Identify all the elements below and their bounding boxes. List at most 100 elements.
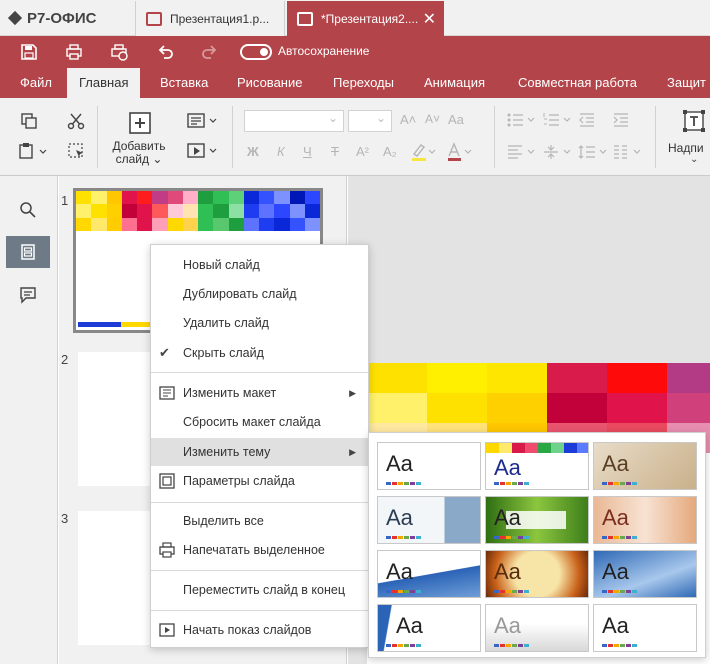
color-band-cell: [289, 217, 305, 231]
cut-icon[interactable]: [67, 112, 85, 130]
menu-item-change-layout[interactable]: Изменить макет ▶: [151, 379, 368, 407]
tab-file[interactable]: Файл: [20, 68, 52, 98]
highlight-icon[interactable]: [410, 142, 436, 162]
slide-layout-icon[interactable]: [187, 112, 219, 130]
bold-icon[interactable]: Ж: [247, 144, 259, 159]
logo-icon: [7, 10, 23, 26]
italic-icon[interactable]: К: [277, 144, 285, 159]
comments-button[interactable]: [6, 279, 50, 311]
theme-swatches: [386, 590, 421, 593]
copy-icon[interactable]: [20, 112, 38, 130]
change-case-icon[interactable]: Aa: [448, 112, 464, 127]
menu-item-print-selection[interactable]: Напечатать выделенное: [151, 536, 368, 564]
slide-settings-icon: [159, 473, 175, 489]
autosave-toggle[interactable]: [240, 44, 272, 60]
footer-band-cell: [99, 322, 121, 327]
footer-band-cell: [78, 322, 100, 327]
theme-basic[interactable]: Aa: [485, 442, 589, 490]
vertical-align-icon[interactable]: [542, 144, 572, 160]
theme-swatch: [632, 644, 637, 647]
menu-item-new-slide[interactable]: Новый слайд: [151, 251, 368, 279]
columns-icon[interactable]: [612, 144, 642, 160]
decrease-indent-icon[interactable]: [578, 112, 596, 128]
slideshow-icon: [159, 623, 175, 637]
redo-icon[interactable]: [200, 43, 218, 61]
add-slide-icon[interactable]: [128, 111, 152, 135]
font-size-combo[interactable]: [348, 110, 392, 132]
tab-insert[interactable]: Вставка: [160, 68, 208, 98]
theme-sample-text: Aa: [494, 613, 521, 638]
print-icon[interactable]: [65, 43, 83, 61]
theme-swatch: [500, 536, 505, 539]
search-button[interactable]: [6, 194, 50, 226]
text-box-label[interactable]: Надпи: [668, 141, 704, 155]
text-box-icon[interactable]: [683, 110, 705, 132]
underline-icon[interactable]: Ч: [303, 144, 312, 159]
menu-item-duplicate-slide[interactable]: Дублировать слайд: [151, 280, 368, 308]
menu-item-hide-slide[interactable]: ✔ Скрыть слайд: [151, 339, 368, 367]
menu-item-move-slide-to-end[interactable]: Переместить слайд в конец: [151, 576, 368, 604]
menu-item-select-all[interactable]: Выделить все: [151, 507, 368, 535]
color-band-cell: [243, 217, 259, 231]
tab-home[interactable]: Главная: [67, 68, 141, 98]
tab-draw[interactable]: Рисование: [237, 68, 302, 98]
toggle-knob: [260, 48, 268, 56]
theme-dots[interactable]: Aa: [593, 550, 697, 598]
increase-font-icon[interactable]: A˄: [400, 112, 416, 127]
tab-animation[interactable]: Анимация: [424, 68, 485, 98]
add-slide-button[interactable]: Добавить слайд ⌄: [106, 140, 172, 166]
menu-item-reset-layout[interactable]: Сбросить макет слайда: [151, 408, 368, 436]
font-name-combo[interactable]: [244, 110, 344, 132]
menu-item-start-slideshow[interactable]: Начать показ слайдов: [151, 616, 368, 644]
close-icon[interactable]: ✕: [423, 9, 436, 29]
document-tab-1[interactable]: Презентация1.p...: [135, 1, 285, 36]
numbering-icon[interactable]: [542, 112, 572, 128]
theme-blue-wave[interactable]: Aa: [377, 550, 481, 598]
slide-number: 1: [61, 193, 69, 208]
menu-item-label: Дублировать слайд: [183, 287, 297, 301]
subscript-icon[interactable]: A₂: [383, 144, 397, 159]
undo-icon[interactable]: [157, 43, 175, 61]
theme-swatch: [404, 536, 409, 539]
quick-print-icon[interactable]: [110, 43, 128, 61]
select-all-icon[interactable]: [67, 142, 85, 160]
slide-band-cell: [487, 393, 547, 423]
theme-blue-corner[interactable]: Aa: [377, 604, 481, 652]
menu-item-slide-settings[interactable]: Параметры слайда: [151, 467, 368, 495]
slides-button[interactable]: [6, 236, 50, 268]
theme-envelope[interactable]: Aa: [485, 550, 589, 598]
save-icon[interactable]: [20, 43, 38, 61]
strikethrough-icon[interactable]: Т: [331, 144, 339, 159]
theme-minimal[interactable]: Aa: [593, 604, 697, 652]
font-color-icon[interactable]: [446, 142, 472, 162]
menu-item-change-theme[interactable]: Изменить тему ▶: [151, 438, 368, 466]
tab-transitions[interactable]: Переходы: [333, 68, 394, 98]
theme-swatch: [416, 644, 421, 647]
line-spacing-icon[interactable]: [578, 144, 608, 160]
theme-lines[interactable]: Aa: [593, 496, 697, 544]
color-band-cell: [91, 191, 107, 205]
start-slideshow-icon[interactable]: [187, 142, 219, 160]
slide-band-cell: [547, 363, 607, 393]
theme-swatch: [506, 536, 511, 539]
slide-band-cell: [547, 393, 607, 423]
theme-classic[interactable]: Aa: [593, 442, 697, 490]
align-left-icon[interactable]: [506, 144, 536, 160]
theme-grey-cloud[interactable]: Aa: [485, 604, 589, 652]
theme-green-leaf[interactable]: Aa: [485, 496, 589, 544]
tab-collaboration[interactable]: Совместная работа: [518, 68, 637, 98]
bullets-icon[interactable]: [506, 112, 536, 128]
increase-indent-icon[interactable]: [612, 112, 630, 128]
chevron-down-icon[interactable]: ⌄: [690, 154, 698, 165]
theme-blank[interactable]: Aa: [377, 442, 481, 490]
decrease-font-icon[interactable]: A˅: [425, 112, 440, 126]
theme-swatch: [620, 590, 625, 593]
theme-official[interactable]: Aa: [377, 496, 481, 544]
color-band-cell: [137, 191, 153, 205]
tab-protection[interactable]: Защит: [667, 68, 706, 98]
menu-item-delete-slide[interactable]: Удалить слайд: [151, 309, 368, 337]
quick-access-toolbar: Автосохранение: [0, 36, 710, 68]
document-tab-2[interactable]: *Презентация2.... ✕: [287, 1, 444, 36]
superscript-icon[interactable]: A²: [356, 144, 369, 159]
paste-icon[interactable]: [18, 142, 48, 160]
